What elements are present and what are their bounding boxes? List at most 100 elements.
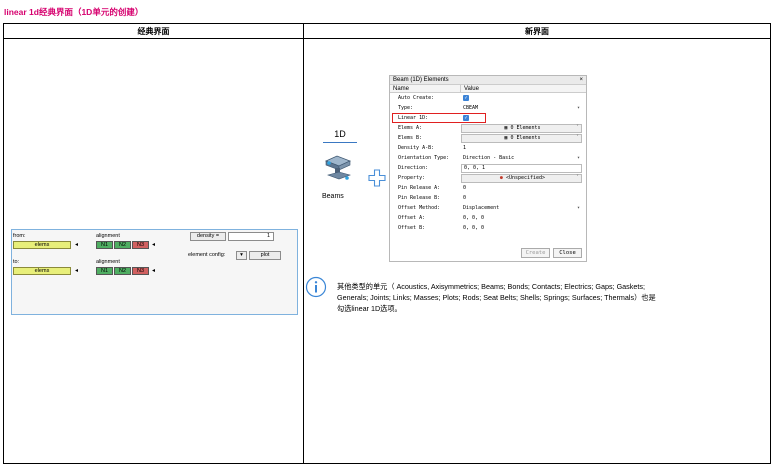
info-icon: [305, 276, 327, 298]
to-label: to:: [13, 259, 20, 265]
row-offset-b: Offset B: 0, 0, 0: [390, 223, 586, 233]
row-value: 0 Elements: [510, 124, 541, 131]
row-name: Pin Release A:: [398, 185, 441, 191]
row-type: Type: CBEAM ▾: [390, 103, 586, 113]
row-value: Direction - Basic: [463, 155, 515, 161]
row-elems-a: Elems A: ▦ 0 Elements ˇ: [390, 123, 586, 133]
from-alignment-label: alignment: [96, 233, 120, 239]
pin-release-a-field[interactable]: 0: [461, 183, 582, 193]
tab-1d[interactable]: 1D: [329, 129, 351, 139]
header-classic: 经典界面: [3, 23, 304, 39]
check-icon: ✓: [463, 94, 469, 101]
chevron-down-icon: ˇ: [575, 174, 579, 181]
row-pin-b: Pin Release B: 0: [390, 193, 586, 203]
dialog-footer: Create Close: [521, 248, 582, 258]
classic-panel: from: elems ◂ alignment N1 N2 N3 ◂ densi…: [11, 229, 298, 315]
row-name: Density A-B:: [398, 145, 435, 151]
to-node-n3[interactable]: N3: [132, 267, 149, 275]
density-field[interactable]: 1: [461, 143, 582, 153]
element-config-label: element config:: [188, 252, 226, 258]
to-reverse-icon[interactable]: ◂: [73, 267, 80, 275]
row-density: Density A-B: 1: [390, 143, 586, 153]
column-name: Name: [390, 85, 461, 92]
from-node-n3[interactable]: N3: [132, 241, 149, 249]
offset-a-field[interactable]: 0, 0, 0: [461, 213, 582, 223]
row-elems-b: Elems B: ▦ 0 Elements ˇ: [390, 133, 586, 143]
pin-release-b-field[interactable]: 0: [461, 193, 582, 203]
page-title: linear 1d经典界面（1D单元的创建）: [4, 7, 144, 17]
from-node-n1[interactable]: N1: [96, 241, 113, 249]
row-offset-a: Offset A: 0, 0, 0: [390, 213, 586, 223]
from-elems-selector[interactable]: elems: [13, 241, 71, 249]
to-alignment-reverse-icon[interactable]: ◂: [150, 267, 157, 275]
density-input[interactable]: 1: [228, 232, 274, 241]
chevron-down-icon: ▾: [576, 205, 580, 211]
row-value: <Unspecified>: [505, 174, 546, 181]
orientation-select[interactable]: Direction - Basic ▾: [461, 153, 582, 163]
row-name: Property:: [398, 175, 426, 181]
row-value: CBEAM: [463, 105, 479, 111]
row-value: 0 Elements: [510, 134, 541, 141]
row-pin-a: Pin Release A: 0: [390, 183, 586, 193]
type-select[interactable]: CBEAM ▾: [461, 103, 582, 113]
column-value: Value: [464, 86, 479, 92]
cell-new: 1D Beams Beam (1D) Elements × Name Value…: [303, 38, 771, 464]
beams-label: Beams: [322, 193, 344, 200]
header-new: 新界面: [303, 23, 771, 39]
row-name: Pin Release B:: [398, 195, 441, 201]
to-elems-selector[interactable]: elems: [13, 267, 71, 275]
from-node-n2[interactable]: N2: [114, 241, 131, 249]
row-name: Elems A:: [398, 125, 423, 131]
row-name: Orientation Type:: [398, 155, 450, 161]
row-name: Direction:: [398, 165, 429, 171]
close-button[interactable]: Close: [553, 248, 582, 258]
linear-1d-checkbox[interactable]: ✓: [461, 113, 582, 123]
row-value: Displacement: [463, 205, 500, 211]
beam-tool-icon[interactable]: [323, 153, 353, 183]
row-name: Elems B:: [398, 135, 423, 141]
row-name: Offset Method:: [398, 205, 441, 211]
to-node-n1[interactable]: N1: [96, 267, 113, 275]
from-alignment-reverse-icon[interactable]: ◂: [150, 241, 157, 249]
offset-b-field[interactable]: 0, 0, 0: [461, 223, 582, 233]
check-icon: ✓: [463, 114, 469, 121]
to-alignment-label: alignment: [96, 259, 120, 265]
direction-field[interactable]: 0, 0, 1: [461, 163, 582, 173]
dialog-column-header: Name Value: [390, 85, 586, 93]
row-name: Auto Create:: [398, 95, 435, 101]
offset-method-select[interactable]: Displacement ▾: [461, 203, 582, 213]
row-orientation: Orientation Type: Direction - Basic ▾: [390, 153, 586, 163]
row-direction: Direction: 0, 0, 1: [390, 163, 586, 173]
to-node-n2[interactable]: N2: [114, 267, 131, 275]
close-icon[interactable]: ×: [579, 76, 583, 85]
chevron-down-icon: ▾: [576, 155, 580, 161]
chevron-down-icon: ˇ: [575, 124, 579, 131]
elems-a-selector[interactable]: ▦ 0 Elements ˇ: [461, 123, 582, 133]
from-reverse-icon[interactable]: ◂: [73, 241, 80, 249]
row-auto-create: Auto Create: ✓: [390, 93, 586, 103]
chevron-down-icon: ▾: [240, 252, 243, 258]
chevron-down-icon: ▾: [576, 105, 580, 111]
density-button[interactable]: density =: [190, 232, 226, 241]
comparison-table: 经典界面 新界面 from: elems ◂ alignment N1 N2 N…: [3, 23, 771, 464]
property-selector[interactable]: ● <Unspecified> ˇ: [461, 173, 582, 183]
row-name: Offset B:: [398, 225, 426, 231]
plot-button[interactable]: plot: [249, 251, 281, 260]
row-linear-1d: Linear 1D: ✓: [390, 113, 586, 123]
from-label: from:: [13, 233, 26, 239]
chevron-down-icon: ˇ: [575, 134, 579, 141]
auto-create-checkbox[interactable]: ✓: [461, 93, 582, 103]
row-name: Offset A:: [398, 215, 426, 221]
element-config-dropdown[interactable]: ▾: [236, 251, 247, 260]
cell-classic: from: elems ◂ alignment N1 N2 N3 ◂ densi…: [3, 38, 304, 464]
create-button[interactable]: Create: [521, 248, 550, 258]
elems-b-selector[interactable]: ▦ 0 Elements ˇ: [461, 133, 582, 143]
info-text: 其他类型的单元（ Acoustics, Axisymmetrics; Beams…: [337, 282, 656, 313]
tab-1d-underline: [323, 142, 357, 143]
plus-icon: [368, 169, 386, 187]
beam-elements-dialog: Beam (1D) Elements × Name Value Auto Cre…: [389, 75, 587, 262]
row-name: Type:: [398, 105, 414, 111]
dialog-title-text: Beam (1D) Elements: [393, 77, 449, 83]
row-offset-method: Offset Method: Displacement ▾: [390, 203, 586, 213]
dialog-title: Beam (1D) Elements ×: [390, 76, 586, 85]
